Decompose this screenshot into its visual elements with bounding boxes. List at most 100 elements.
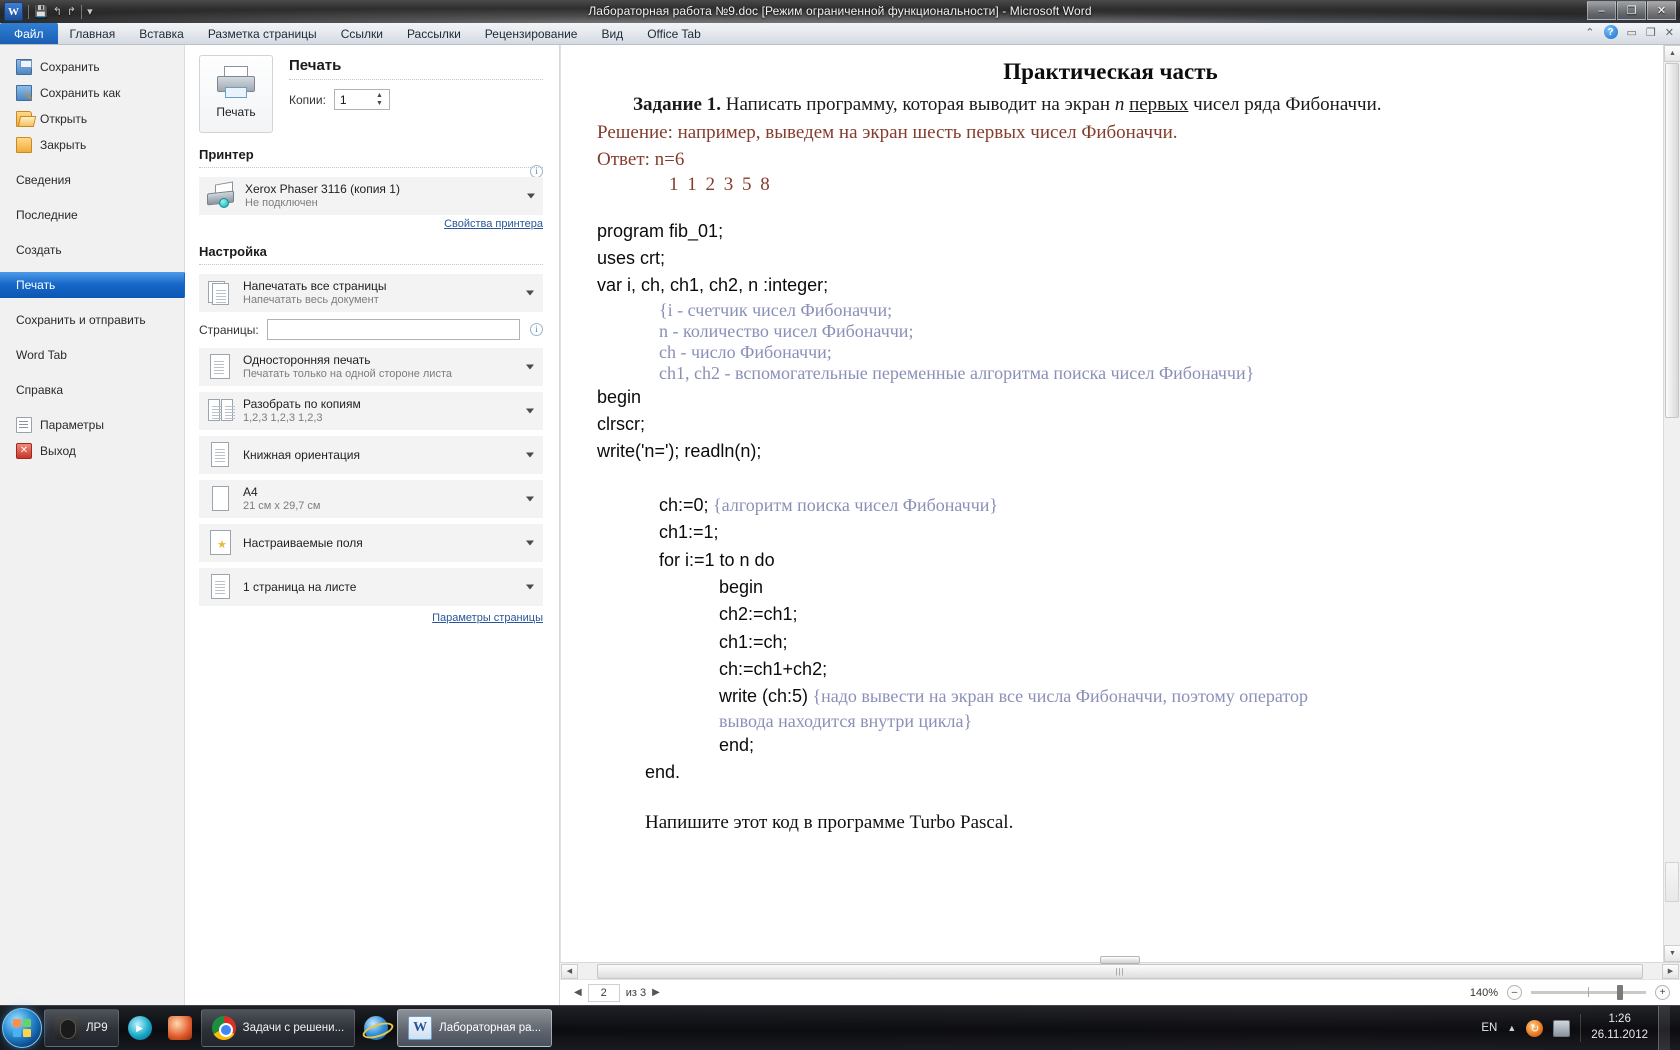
doc-minimize-icon[interactable]: ▭ (1627, 26, 1637, 39)
tab-page-layout[interactable]: Разметка страницы (196, 23, 329, 44)
sidebar-item-label: Сохранить (40, 60, 100, 74)
print-button[interactable]: Печать (199, 55, 273, 133)
taskbar-item-ccleaner[interactable] (161, 1009, 199, 1047)
split-handle[interactable] (1100, 955, 1140, 964)
clock[interactable]: 1:26 26.11.2012 (1591, 1012, 1648, 1043)
previous-page-icon[interactable]: ◀ (574, 987, 582, 998)
restore-button[interactable]: ❐ (1617, 1, 1646, 20)
tab-office-tab[interactable]: Office Tab (635, 23, 713, 44)
start-button[interactable] (2, 1008, 42, 1048)
chevron-down-icon[interactable] (526, 540, 534, 546)
open-folder-icon (16, 111, 32, 127)
chevron-down-icon[interactable] (526, 452, 534, 458)
current-page-input[interactable]: 2 (587, 983, 620, 1002)
sidebar-item-save-as[interactable]: Сохранить как (0, 80, 184, 106)
sidebar-item-open[interactable]: Открыть (0, 106, 184, 132)
tab-file[interactable]: Файл (0, 23, 58, 44)
sidebar-item-print[interactable]: Печать (0, 272, 195, 298)
tab-insert[interactable]: Вставка (127, 23, 196, 44)
ribbon-right-controls[interactable]: ⌃ ? ▭ ❐ ✕ (1585, 25, 1674, 39)
paper-size-selector[interactable]: A4 21 см x 29,7 см (199, 480, 543, 518)
chevron-down-icon[interactable] (527, 193, 535, 199)
vertical-scrollbar[interactable]: ▲ ▼ (1663, 45, 1680, 962)
sidebar-item-options[interactable]: Параметры (0, 412, 184, 438)
taskbar-item-word[interactable]: Лабораторная ра... (397, 1009, 553, 1047)
scroll-right-button[interactable]: ▶ (1662, 963, 1679, 979)
sidebar-item-recent[interactable]: Последние (0, 202, 184, 228)
scroll-down-button[interactable]: ▼ (1664, 945, 1680, 962)
title-bar: W 💾 ↰ ↱ ▾ Лабораторная работа №9.doc [Ре… (0, 0, 1680, 23)
page-setup-link[interactable]: Параметры страницы (199, 612, 543, 624)
sidebar-item-new[interactable]: Создать (0, 237, 184, 263)
sidebar-item-info[interactable]: Сведения (0, 167, 184, 193)
pages-input[interactable] (266, 319, 520, 340)
zoom-out-button[interactable]: – (1507, 985, 1522, 1000)
show-hidden-icons-chevron-icon[interactable]: ▲ (1507, 1023, 1516, 1033)
option-title: Настраиваемые поля (243, 535, 363, 550)
help-icon[interactable]: ? (1603, 25, 1618, 39)
pages-per-sheet-selector[interactable]: 1 страница на листе (199, 568, 543, 606)
stepper-up-icon[interactable]: ▲ (376, 92, 383, 99)
zoom-slider-handle[interactable] (1617, 985, 1623, 1000)
print-sides-selector[interactable]: Односторонняя печать Печатать только на … (199, 348, 543, 386)
horizontal-scroll-thumb[interactable]: ||| (597, 955, 1643, 979)
sidebar-item-exit[interactable]: ✕ Выход (0, 438, 184, 464)
taskbar-item-chrome[interactable]: Задачи с решени... (200, 1009, 356, 1047)
taskbar-item-internet-explorer[interactable] (357, 1009, 395, 1047)
chevron-down-icon[interactable] (526, 496, 534, 502)
collapse-ribbon-icon[interactable]: ⌃ (1585, 26, 1594, 39)
sidebar-item-save-and-send[interactable]: Сохранить и отправить (0, 307, 184, 333)
chevron-down-icon[interactable] (526, 584, 534, 590)
chevron-down-icon[interactable] (526, 290, 534, 296)
zoom-percent-label[interactable]: 140% (1470, 987, 1498, 999)
tab-review[interactable]: Рецензирование (473, 23, 590, 44)
doc-close-icon[interactable]: ✕ (1665, 26, 1674, 39)
sidebar-item-close[interactable]: Закрыть (0, 132, 184, 158)
orientation-selector[interactable]: Книжная ориентация (199, 436, 543, 474)
next-page-icon[interactable]: ▶ (652, 987, 660, 998)
scroll-up-button[interactable]: ▲ (1664, 45, 1680, 62)
clock-time: 1:26 (1608, 1013, 1631, 1026)
stepper-arrows[interactable]: ▲ ▼ (373, 91, 386, 108)
chevron-down-icon[interactable] (526, 408, 534, 414)
collate-selector[interactable]: Разобрать по копиям 1,2,3 1,2,3 1,2,3 (199, 392, 543, 430)
tab-mailings[interactable]: Рассылки (395, 23, 473, 44)
minimize-button[interactable]: – (1587, 1, 1616, 20)
horizontal-scrollbar[interactable]: ◀ ||| ▶ (560, 955, 1680, 979)
solution-line: Решение: например, выведем на экран шест… (597, 121, 1178, 143)
taskbar-item-media-player[interactable] (121, 1009, 159, 1047)
pages-row: Страницы: i (199, 319, 543, 340)
scroll-left-button[interactable]: ◀ (561, 963, 578, 979)
vertical-scroll-thumb[interactable] (1665, 63, 1679, 418)
print-range-selector[interactable]: Напечатать все страницы Напечатать весь … (199, 274, 543, 312)
taskbar-item-lr9[interactable]: ЛР9 (44, 1009, 119, 1047)
update-icon[interactable] (1526, 1019, 1544, 1037)
window-controls[interactable]: – ❐ ✕ (1587, 1, 1676, 20)
zoom-in-button[interactable]: + (1655, 985, 1670, 1000)
zoom-slider-track[interactable] (1531, 985, 1646, 1000)
code-line: for i:=1 to n do (659, 549, 775, 570)
tab-references[interactable]: Ссылки (329, 23, 395, 44)
doc-restore-icon[interactable]: ❐ (1646, 26, 1656, 39)
sidebar-item-help[interactable]: Справка (0, 377, 184, 403)
vertical-scroll-secondary[interactable] (1665, 862, 1679, 902)
language-indicator[interactable]: EN (1481, 1022, 1497, 1034)
horizontal-scroll-track[interactable]: ||| (579, 955, 1661, 979)
network-icon[interactable] (1553, 1019, 1571, 1037)
tab-home[interactable]: Главная (58, 23, 128, 44)
margins-selector[interactable]: ★ Настраиваемые поля (199, 524, 543, 562)
page-navigator[interactable]: ◀ 2 из 3 ▶ (574, 983, 660, 1002)
zoom-control[interactable]: 140% – + (1470, 980, 1670, 1005)
show-desktop-button[interactable] (1658, 1005, 1670, 1050)
chevron-down-icon[interactable] (526, 364, 534, 370)
sidebar-item-save[interactable]: Сохранить (0, 54, 184, 80)
stepper-down-icon[interactable]: ▼ (376, 100, 383, 107)
tab-view[interactable]: Вид (589, 23, 635, 44)
printer-selector[interactable]: Xerox Phaser 3116 (копия 1) Не подключен (199, 177, 543, 215)
copies-stepper[interactable]: 1 ▲ ▼ (333, 89, 390, 110)
printer-properties-link[interactable]: Свойства принтера (199, 218, 543, 230)
code-comment: {i - счетчик чисел Фибоначчи; (659, 299, 893, 320)
sidebar-item-word-tab[interactable]: Word Tab (0, 342, 184, 368)
close-button[interactable]: ✕ (1647, 1, 1676, 20)
pages-info-icon[interactable]: i (530, 323, 543, 336)
